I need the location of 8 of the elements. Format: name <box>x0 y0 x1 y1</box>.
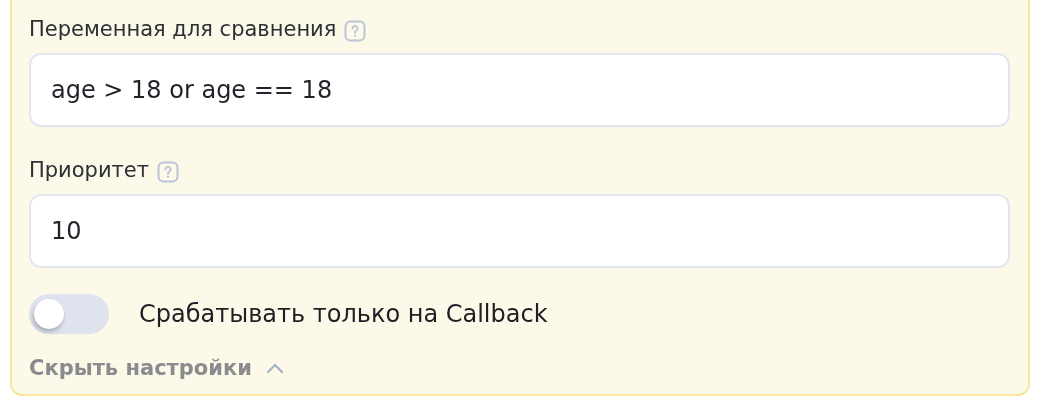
help-icon[interactable] <box>344 20 367 42</box>
text-field[interactable]: age > 18 or age == 18 <box>29 53 1010 127</box>
help-icon[interactable] <box>157 161 179 183</box>
toggle-label: Срабатывать только на Callback <box>139 300 548 328</box>
field-label: Приоритет <box>29 158 149 182</box>
text-field[interactable]: 10 <box>29 194 1010 268</box>
field-label: Переменная для сравнения <box>29 17 337 41</box>
toggle-switch[interactable] <box>29 294 109 334</box>
